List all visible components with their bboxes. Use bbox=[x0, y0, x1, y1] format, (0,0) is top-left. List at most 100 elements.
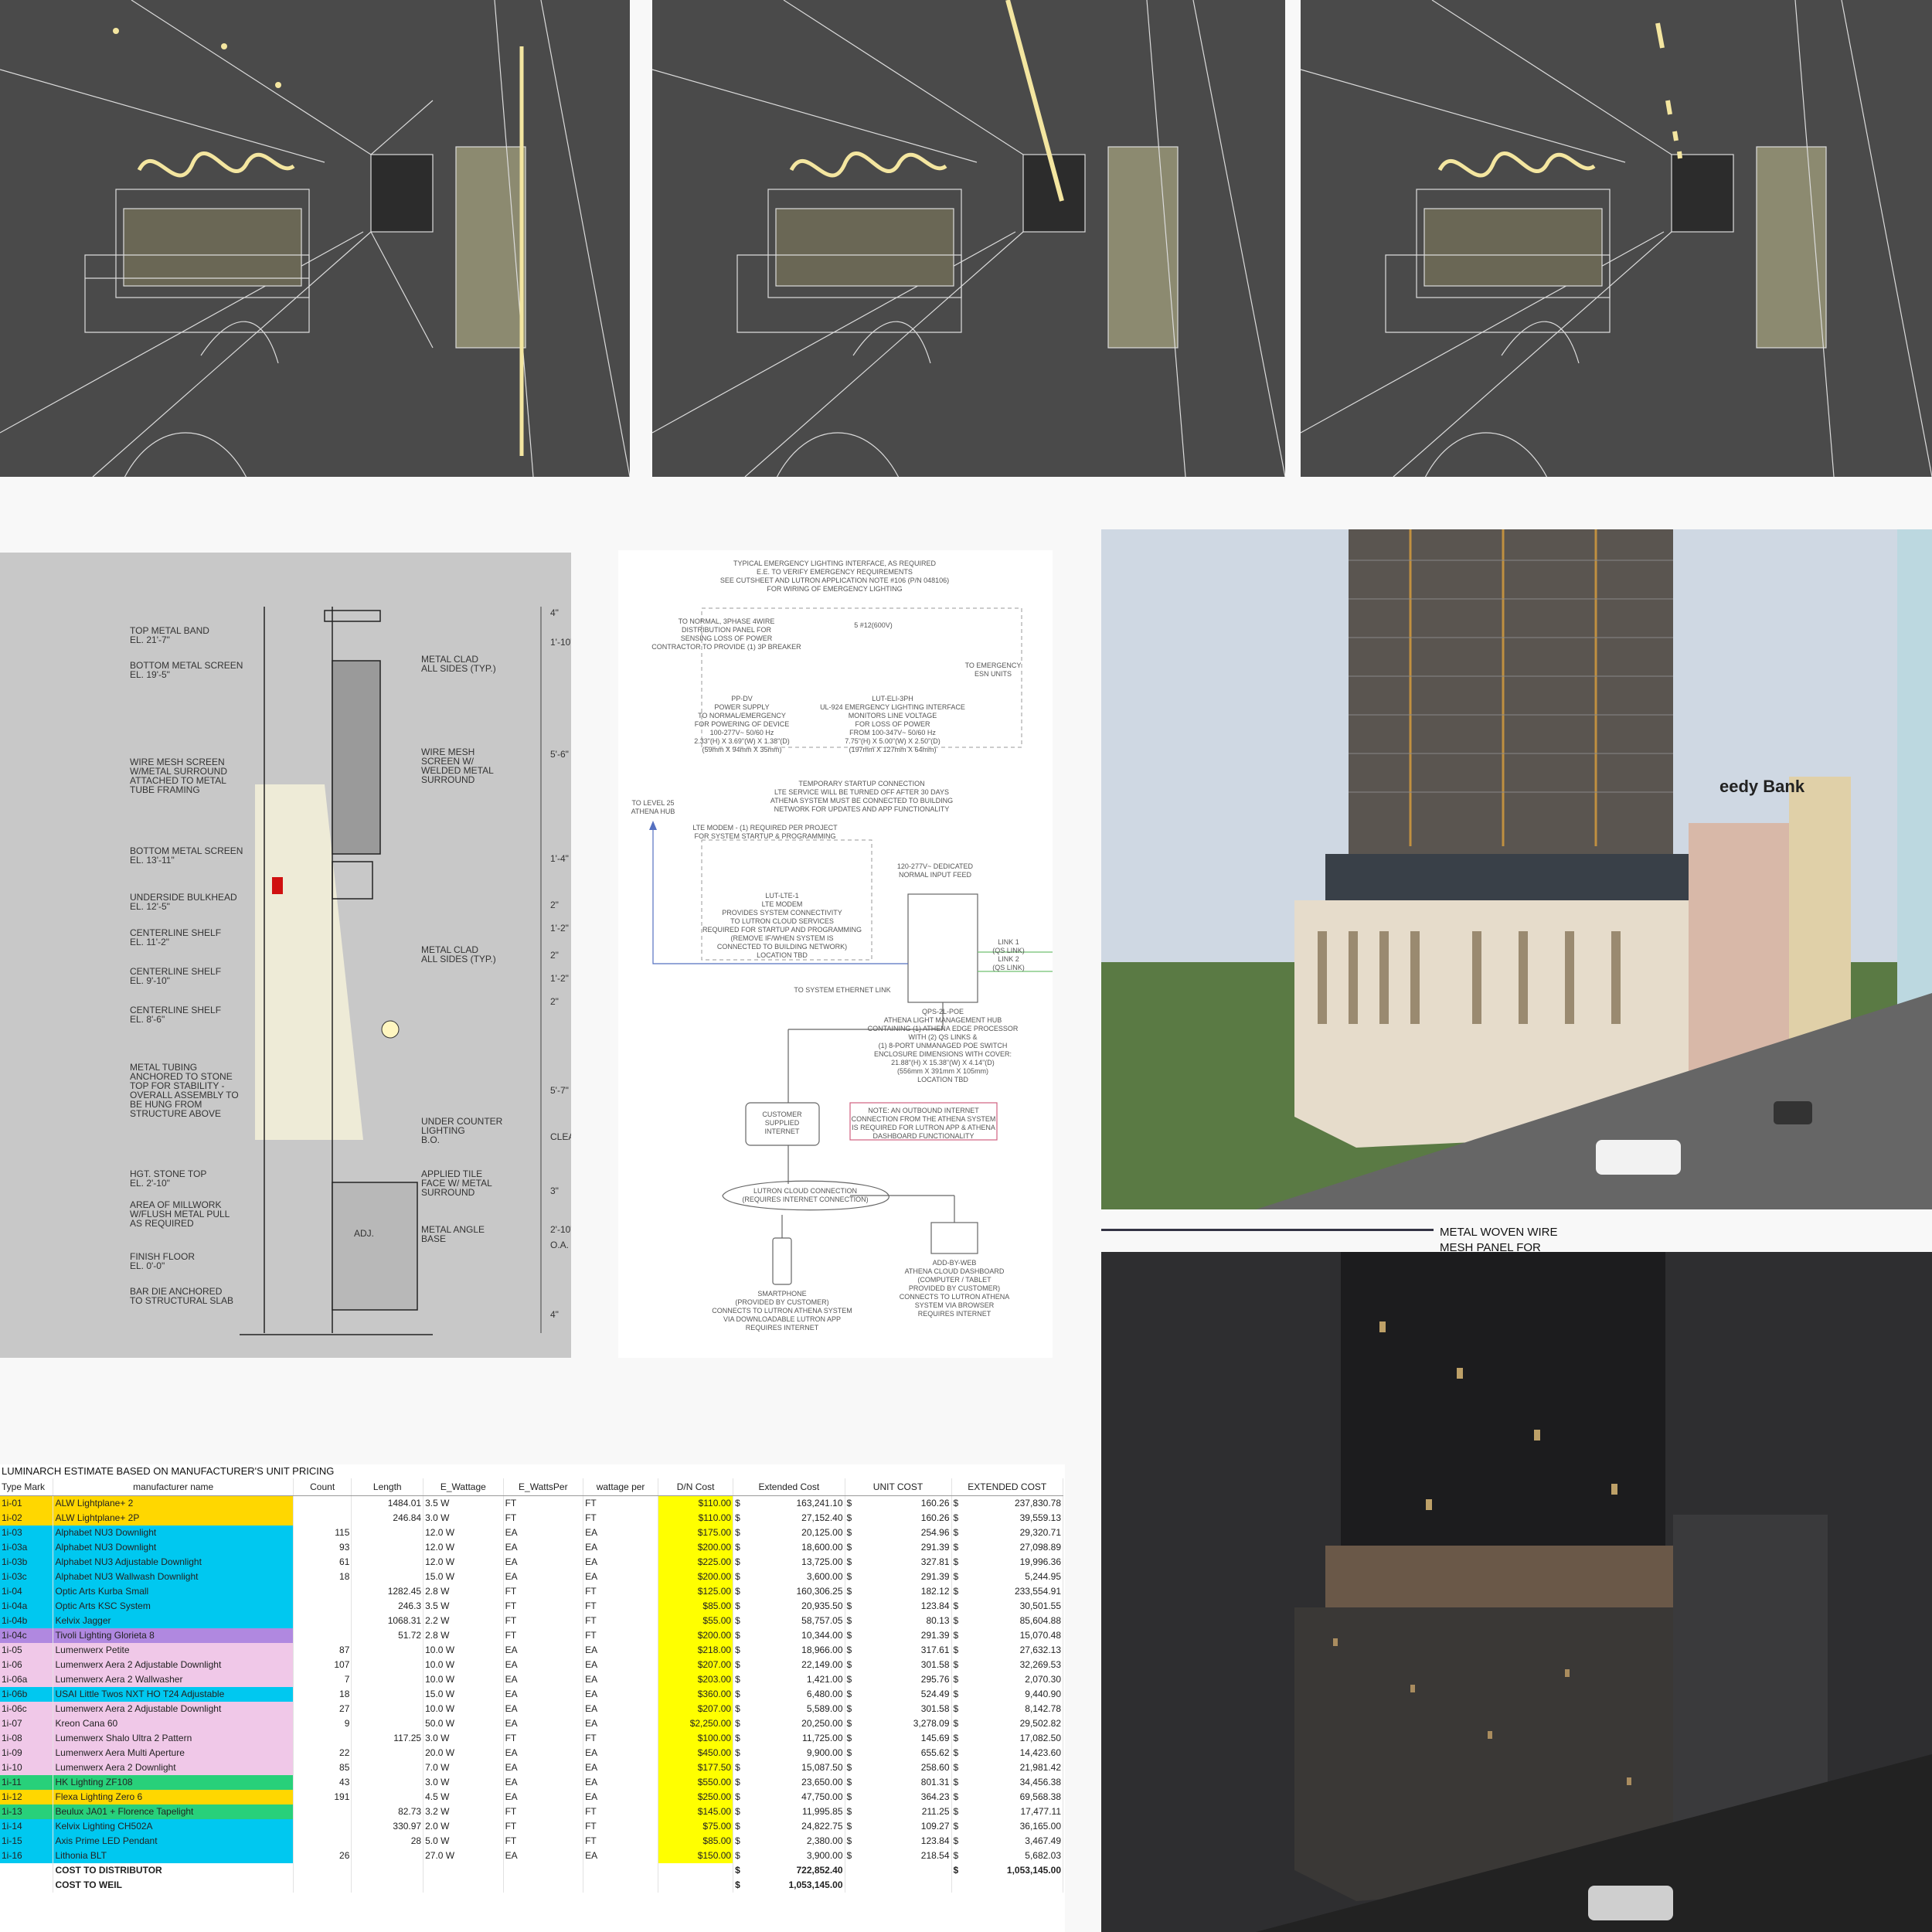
extended-cost-cell: $18,600.00 bbox=[733, 1540, 845, 1555]
extended-cost-cell: $13,725.00 bbox=[733, 1555, 845, 1570]
wattage-cell: 2.8 W bbox=[423, 1584, 504, 1599]
table-row: 1i-16 Lithonia BLT 26 27.0 W EA EA $150.00 $3,9… bbox=[0, 1849, 1063, 1863]
count-cell bbox=[293, 1804, 352, 1819]
detail-label: EL. 0'-0" bbox=[130, 1260, 165, 1271]
currency-symbol: $ bbox=[735, 1498, 740, 1509]
diagram-normal-note: CONTRACTOR TO PROVIDE (1) 3P BREAKER bbox=[651, 643, 801, 651]
currency-symbol: $ bbox=[735, 1556, 740, 1567]
watts-per-cell: FT bbox=[503, 1731, 584, 1746]
summary-blank bbox=[0, 1878, 54, 1893]
count-cell: 61 bbox=[293, 1555, 352, 1570]
dn-cost-cell: $450.00 bbox=[658, 1746, 734, 1760]
currency-symbol: $ bbox=[953, 1527, 959, 1538]
unit-cost-cell: $291.39 bbox=[845, 1628, 952, 1643]
diagram-dashboard: CONNECTS TO LUTRON ATHENA bbox=[900, 1293, 1010, 1301]
currency-symbol: $ bbox=[846, 1821, 852, 1832]
currency-symbol: $ bbox=[735, 1865, 740, 1876]
manufacturer-cell: Alphabet NU3 Adjustable Downlight bbox=[53, 1555, 294, 1570]
diagram-links: (QS LINK) bbox=[992, 947, 1025, 954]
currency-symbol: $ bbox=[846, 1703, 852, 1714]
summary-row: COST TO DISTRIBUTOR $722,852.40 $1,053,145… bbox=[0, 1863, 1063, 1878]
currency-symbol: $ bbox=[846, 1542, 852, 1553]
unit-cost-cell: $291.39 bbox=[845, 1540, 952, 1555]
extended-total-value: 29,502.82 bbox=[1019, 1718, 1061, 1729]
summary-total-cell bbox=[951, 1878, 1063, 1893]
dn-cost-cell: $55.00 bbox=[658, 1614, 734, 1628]
wattage-cell: 4.5 W bbox=[423, 1790, 504, 1804]
diagram-hub: (1) 8-PORT UNMANAGED POE SWITCH bbox=[879, 1042, 1008, 1049]
table-row: 1i-12 Flexa Lighting Zero 6 191 4.5 W EA EA $2… bbox=[0, 1790, 1063, 1804]
unit-cost-value: 655.62 bbox=[920, 1747, 950, 1758]
dn-cost-cell: $110.00 bbox=[658, 1495, 734, 1511]
diagram-hub: (556mm X 391mm X 105mm) bbox=[897, 1067, 988, 1075]
dn-cost-cell: $75.00 bbox=[658, 1819, 734, 1834]
length-cell: 82.73 bbox=[351, 1804, 424, 1819]
diagram-modem: PROVIDES SYSTEM CONNECTIVITY bbox=[722, 909, 842, 917]
watts-per-cell: FT bbox=[503, 1819, 584, 1834]
count-cell bbox=[293, 1628, 352, 1643]
extended-cost-value: 160,306.25 bbox=[796, 1586, 843, 1597]
wattage-cell: 2.0 W bbox=[423, 1819, 504, 1834]
watts-per-cell: EA bbox=[503, 1790, 584, 1804]
column-header: Count bbox=[293, 1478, 352, 1496]
table-row: 1i-06c Lumenwerx Aera 2 Adjustable Downli… bbox=[0, 1702, 1063, 1716]
manufacturer-cell: Lumenwerx Aera Multi Aperture bbox=[53, 1746, 294, 1760]
count-cell: 85 bbox=[293, 1760, 352, 1775]
type-mark-cell: 1i-04b bbox=[0, 1614, 54, 1628]
table-row: 1i-04b Kelvix Jagger 1068.31 2.2 W FT FT $55.0… bbox=[0, 1614, 1063, 1628]
extended-total-value: 21,981.42 bbox=[1019, 1762, 1061, 1773]
manufacturer-cell: Alphabet NU3 Downlight bbox=[53, 1540, 294, 1555]
diagram-internet-note: IS REQUIRED FOR LUTRON APP & ATHENA bbox=[852, 1124, 995, 1131]
detail-label: EL. 9'-10" bbox=[130, 975, 170, 986]
currency-symbol: $ bbox=[735, 1645, 740, 1655]
currency-symbol: $ bbox=[846, 1747, 852, 1758]
unit-cost-value: 145.69 bbox=[920, 1733, 950, 1743]
count-cell: 7 bbox=[293, 1672, 352, 1687]
manufacturer-cell: Lumenwerx Aera 2 Wallwasher bbox=[53, 1672, 294, 1687]
unit-cost-cell: $327.81 bbox=[845, 1555, 952, 1570]
unit-cost-value: 160.26 bbox=[920, 1512, 950, 1523]
extended-cost-value: 11,995.85 bbox=[802, 1806, 843, 1817]
extended-total-value: 85,604.88 bbox=[1019, 1615, 1061, 1626]
wattage-cell: 10.0 W bbox=[423, 1672, 504, 1687]
extended-total-cell: $36,165.00 bbox=[951, 1819, 1063, 1834]
table-row: 1i-05 Lumenwerx Petite 87 10.0 W EA EA $218.00… bbox=[0, 1643, 1063, 1658]
currency-symbol: $ bbox=[735, 1718, 740, 1729]
currency-symbol: $ bbox=[846, 1733, 852, 1743]
watts-per-cell: EA bbox=[503, 1775, 584, 1790]
diagram-modem: TO LUTRON CLOUD SERVICES bbox=[730, 917, 834, 925]
currency-symbol: $ bbox=[953, 1747, 959, 1758]
currency-symbol: $ bbox=[953, 1762, 959, 1773]
extended-total-cell: $8,142.78 bbox=[951, 1702, 1063, 1716]
dn-cost-cell: $207.00 bbox=[658, 1702, 734, 1716]
wattage-per-cell: FT bbox=[583, 1819, 659, 1834]
diagram-dashboard: ATHENA CLOUD DASHBOARD bbox=[905, 1267, 1005, 1275]
currency-symbol: $ bbox=[953, 1806, 959, 1817]
watts-per-cell: EA bbox=[503, 1526, 584, 1540]
diagram-startup-note: ATHENA SYSTEM MUST BE CONNECTED TO BUILD… bbox=[770, 797, 953, 804]
extended-total-cell: $5,682.03 bbox=[951, 1849, 1063, 1863]
count-cell: 18 bbox=[293, 1570, 352, 1584]
extended-total-value: 69,568.38 bbox=[1019, 1791, 1061, 1802]
luminarch-estimate-table: LUMINARCH ESTIMATE BASED ON MANUFACTURER… bbox=[0, 1464, 1065, 1932]
unit-cost-value: 301.58 bbox=[920, 1703, 950, 1714]
count-cell: 18 bbox=[293, 1687, 352, 1702]
diagram-elii: FOR LOSS OF POWER bbox=[855, 720, 930, 728]
watts-per-cell: EA bbox=[503, 1643, 584, 1658]
currency-symbol: $ bbox=[735, 1879, 740, 1890]
wattage-cell: 7.0 W bbox=[423, 1760, 504, 1775]
watts-per-cell: FT bbox=[503, 1599, 584, 1614]
currency-symbol: $ bbox=[846, 1586, 852, 1597]
diagram-startup-note: TEMPORARY STARTUP CONNECTION bbox=[798, 780, 924, 787]
watts-per-cell: EA bbox=[503, 1746, 584, 1760]
type-mark-cell: 1i-02 bbox=[0, 1511, 54, 1526]
extended-total-value: 14,423.60 bbox=[1019, 1747, 1061, 1758]
table-row: 1i-02 ALW Lightplane+ 2P 246.84 3.0 W FT FT $1… bbox=[0, 1511, 1063, 1526]
extended-cost-cell: $160,306.25 bbox=[733, 1584, 845, 1599]
detail-dimension: 4" bbox=[550, 1309, 559, 1320]
diagram-to-level: TO LEVEL 25 bbox=[631, 799, 674, 807]
unit-cost-value: 291.39 bbox=[920, 1542, 950, 1553]
currency-symbol: $ bbox=[846, 1600, 852, 1611]
wattage-per-cell: EA bbox=[583, 1658, 659, 1672]
extended-total-cell: $19,996.36 bbox=[951, 1555, 1063, 1570]
